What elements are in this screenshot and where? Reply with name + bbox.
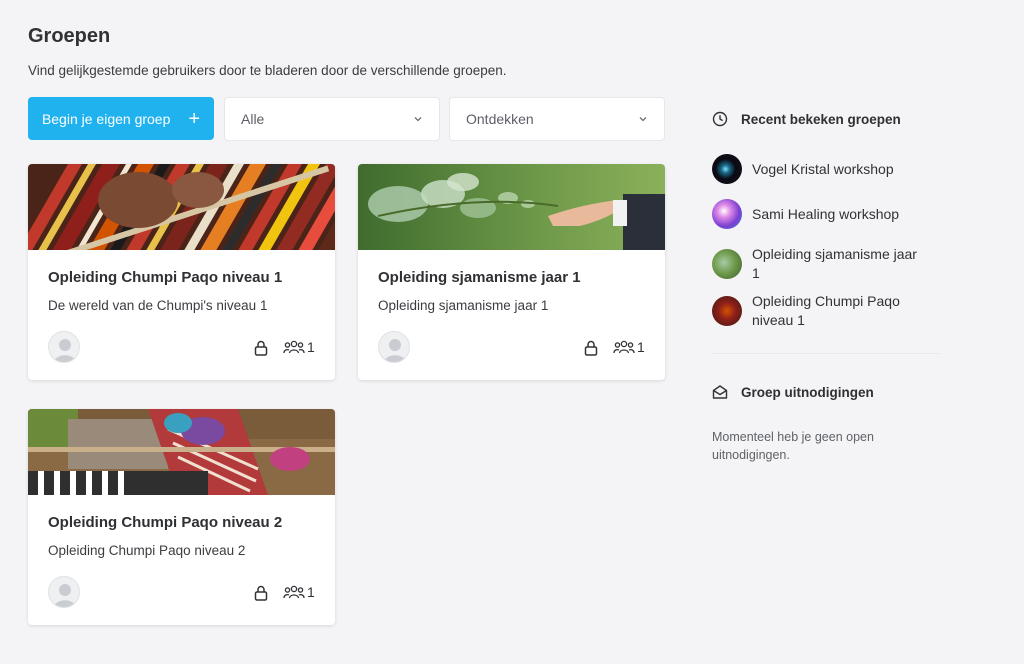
users-icon xyxy=(283,585,305,599)
recent-group-label: Sami Healing workshop xyxy=(752,205,900,222)
group-title[interactable]: Opleiding Chumpi Paqo niveau 1 xyxy=(48,269,282,286)
chevron-down-icon xyxy=(414,117,422,122)
group-card[interactable]: Opleiding Chumpi Paqo niveau 1 De wereld… xyxy=(28,164,335,380)
recent-group-item[interactable]: Vogel Kristal workshop xyxy=(712,154,894,184)
lock-icon xyxy=(254,340,268,356)
member-count: 1 xyxy=(283,584,315,600)
group-card[interactable]: Opleiding Chumpi Paqo niveau 2 Opleiding… xyxy=(28,409,335,625)
group-card[interactable]: Opleiding sjamanisme jaar 1 Opleiding sj… xyxy=(358,164,665,380)
member-count: 1 xyxy=(613,339,645,355)
group-thumbnail xyxy=(712,199,742,229)
avatar[interactable] xyxy=(378,331,410,363)
group-order-select[interactable]: Ontdekken xyxy=(449,97,665,141)
group-thumbnail xyxy=(712,296,742,326)
group-title[interactable]: Opleiding sjamanisme jaar 1 xyxy=(378,269,581,286)
group-invites-title: Groep uitnodigingen xyxy=(741,384,874,400)
chevron-down-icon xyxy=(639,117,647,122)
group-thumbnail xyxy=(712,154,742,184)
page-subtitle: Vind gelijkgestemde gebruikers door te b… xyxy=(28,63,507,78)
group-invites-heading: Groep uitnodigingen xyxy=(712,384,874,400)
member-count-value: 1 xyxy=(307,584,315,600)
recent-groups-heading: Recent bekeken groepen xyxy=(712,111,901,127)
group-description: Opleiding sjamanisme jaar 1 xyxy=(378,298,549,313)
create-group-label: Begin je eigen groep xyxy=(41,110,171,127)
recent-group-label: Opleiding Chumpi Paqo niveau 1 xyxy=(752,293,900,328)
group-description: De wereld van de Chumpi's niveau 1 xyxy=(48,298,268,313)
avatar[interactable] xyxy=(48,331,80,363)
page-title: Groepen xyxy=(28,25,111,47)
recent-group-item[interactable]: Opleiding Chumpi Paqo niveau 1 xyxy=(712,292,922,330)
recent-group-label: Vogel Kristal workshop xyxy=(752,160,894,177)
recent-group-label: Opleiding sjamanisme jaar 1 xyxy=(752,246,917,281)
member-count-value: 1 xyxy=(307,339,315,355)
group-description: Opleiding Chumpi Paqo niveau 2 xyxy=(48,543,246,558)
create-group-button[interactable]: Begin je eigen groep + xyxy=(28,97,214,140)
weaving-hands-image xyxy=(28,164,335,250)
recent-group-item[interactable]: Opleiding sjamanisme jaar 1 xyxy=(712,245,922,283)
sidebar-divider xyxy=(712,353,940,354)
group-order-value: Ontdekken xyxy=(466,111,534,127)
plus-icon: + xyxy=(188,107,201,130)
users-icon xyxy=(283,340,305,354)
group-title[interactable]: Opleiding Chumpi Paqo niveau 2 xyxy=(48,514,282,531)
recent-group-item[interactable]: Sami Healing workshop xyxy=(712,199,899,229)
clock-icon xyxy=(712,111,728,127)
group-thumbnail xyxy=(712,249,742,279)
member-count-value: 1 xyxy=(637,339,645,355)
loom-weaving-image xyxy=(28,409,335,495)
lock-icon xyxy=(584,340,598,356)
group-type-value: Alle xyxy=(241,111,265,127)
hand-and-plant-image xyxy=(358,164,665,250)
avatar[interactable] xyxy=(48,576,80,608)
envelope-open-icon xyxy=(712,385,728,399)
lock-icon xyxy=(254,585,268,601)
group-type-select[interactable]: Alle xyxy=(224,97,440,141)
recent-groups-title: Recent bekeken groepen xyxy=(741,111,901,127)
users-icon xyxy=(613,340,635,354)
invites-empty-text: Momenteel heb je geen open uitnodigingen… xyxy=(712,430,874,462)
member-count: 1 xyxy=(283,339,315,355)
